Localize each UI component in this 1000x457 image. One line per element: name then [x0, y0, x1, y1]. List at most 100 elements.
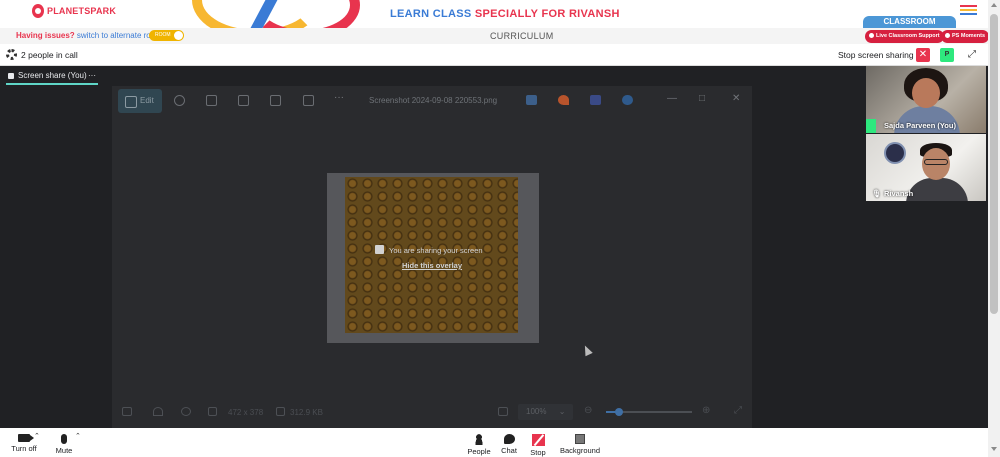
stop-sharing-button[interactable]: ✕ [916, 48, 930, 62]
info-icon[interactable] [181, 407, 191, 416]
fit-to-window-icon[interactable] [498, 407, 508, 416]
camera-icon [18, 434, 34, 442]
curriculum-tab[interactable]: CURRICULUM [490, 31, 554, 41]
chat-label: Chat [501, 446, 517, 455]
participant-tile[interactable]: Sajda Parveen (You) [866, 66, 986, 133]
close-icon[interactable]: ✕ [732, 93, 740, 104]
file-size: 312.9 KB [290, 408, 323, 417]
call-header: 2 people in call Stop screen sharing ✕ P… [0, 44, 988, 66]
scroll-down-icon[interactable] [991, 447, 997, 451]
people-count: 2 people in call [21, 50, 78, 60]
image-overlay-shade [345, 177, 518, 333]
people-button[interactable]: People [464, 428, 494, 456]
participant-body [906, 178, 968, 201]
image-frame: You are sharing your screen Hide this ov… [327, 173, 539, 343]
present-icon [375, 245, 384, 254]
delete-icon[interactable] [206, 95, 217, 106]
page-title: LEARN CLASS SPECIALLY FOR RIVANSH [390, 8, 620, 20]
microphone-icon [61, 434, 67, 444]
planetspark-logo[interactable]: PLANETSPARK [32, 4, 116, 18]
hamburger-menu-icon[interactable] [960, 5, 977, 16]
file-name: Screenshot 2024-09-08 220553.png [369, 96, 498, 105]
stop-label: Stop [530, 448, 546, 457]
image-dimensions: 472 x 378 [228, 408, 264, 417]
chevron-down-icon: ⌄ [558, 407, 566, 416]
filmstrip-icon[interactable] [122, 407, 132, 416]
video-icon[interactable] [303, 95, 314, 106]
share-icon[interactable] [270, 95, 281, 106]
app-root: PLANETSPARK LEARN CLASS SPECIALLY FOR RI… [0, 0, 1000, 457]
mic-active-icon [866, 119, 876, 133]
logo-mark-icon [32, 4, 44, 18]
mute-button[interactable]: Mute [50, 428, 78, 455]
more-options-icon[interactable]: ··· [88, 70, 96, 82]
participant-glasses [924, 159, 948, 165]
zoom-out-icon[interactable]: ⊖ [584, 405, 592, 416]
menu-line-red [960, 5, 977, 7]
top-banner: PLANETSPARK LEARN CLASS SPECIALLY FOR RI… [0, 0, 988, 40]
dimensions-icon [208, 407, 217, 416]
onedrive-icon[interactable] [622, 95, 633, 105]
scrollbar-thumb[interactable] [990, 14, 998, 314]
background-label: Background [559, 446, 601, 455]
support-icon [869, 32, 874, 38]
viewer-bottom-toolbar: 472 x 378 312.9 KB 100% ⌄ ⊖ ⊕ ⤢ [112, 402, 752, 422]
tab-screen-share[interactable]: Screen share (You) ··· [6, 70, 98, 85]
hide-overlay-link[interactable]: Hide this overlay [402, 261, 462, 270]
participant-tile[interactable]: 🎙 Rivansh [866, 134, 986, 201]
page-scrollbar[interactable] [988, 0, 1000, 457]
mic-icon: 🎙 [872, 189, 882, 198]
stop-sharing-control[interactable]: Stop [526, 428, 550, 457]
issue-notice: Having issues? switch to alternate room [16, 31, 162, 40]
favorite-icon[interactable] [153, 407, 163, 416]
background-icon [575, 434, 585, 444]
ps-moments-label: PS Moments [952, 33, 986, 39]
wall-clock [884, 142, 906, 164]
mic-options-icon[interactable]: ⌃ [75, 432, 81, 440]
scroll-up-icon[interactable] [991, 3, 997, 7]
screen-share-icon [8, 73, 14, 79]
minimize-icon[interactable]: — [667, 93, 677, 104]
mic-label: Mute [55, 446, 73, 455]
logo-text: PLANETSPARK [47, 6, 117, 16]
classroom-tab[interactable]: CLASSROOM [863, 16, 956, 28]
sharing-text: You are sharing your screen [389, 246, 483, 255]
zoom-slider[interactable] [606, 408, 692, 416]
chat-button[interactable]: Chat [497, 428, 521, 455]
rotate-icon[interactable] [174, 95, 185, 106]
camera-label: Turn off [11, 444, 37, 453]
stop-share-icon [531, 434, 545, 446]
clipchamp-icon[interactable] [590, 95, 601, 105]
background-button[interactable]: Background [556, 428, 604, 455]
honeycomb-image: You are sharing your screen Hide this ov… [345, 177, 518, 333]
people-label: People [467, 447, 491, 456]
maximize-icon[interactable]: □ [699, 93, 705, 104]
zoom-in-icon[interactable]: ⊕ [702, 405, 710, 416]
print-icon[interactable] [238, 95, 249, 106]
mouse-cursor-icon [581, 343, 593, 357]
more-options-icon[interactable]: ··· [334, 92, 344, 103]
room-toggle[interactable]: ROOM [149, 30, 184, 41]
camera-options-icon[interactable]: ⌃ [34, 432, 40, 440]
live-support-button[interactable]: Live Classroom Support [865, 30, 944, 43]
file-size-icon [276, 407, 285, 416]
sharing-notice: You are sharing your screen [375, 245, 485, 255]
gallery-icon[interactable] [526, 95, 537, 105]
gear-icon[interactable] [6, 49, 17, 60]
expand-icon[interactable]: ⤢ [966, 49, 978, 61]
chat-icon [503, 434, 515, 444]
paint-icon[interactable] [558, 95, 569, 105]
participant-name: Rivansh [884, 189, 914, 198]
avatar[interactable]: P [940, 48, 954, 62]
fullscreen-icon[interactable]: ⤢ [734, 405, 742, 416]
zoom-slider-handle[interactable] [614, 408, 623, 416]
live-support-label: Live Classroom Support [876, 33, 940, 39]
zoom-level-select[interactable]: 100% ⌄ [518, 404, 573, 420]
edit-button[interactable]: Edit [118, 89, 162, 113]
call-controls: Turn off ⌃ Mute ⌃ People Chat Stop Backg… [0, 428, 988, 457]
stop-sharing-label: Stop screen sharing [838, 50, 914, 60]
ps-moments-button[interactable]: PS Moments [941, 30, 990, 43]
people-icon [474, 434, 484, 445]
tab-label: Screen share (You) [18, 71, 87, 80]
zoom-value: 100% [526, 407, 547, 416]
